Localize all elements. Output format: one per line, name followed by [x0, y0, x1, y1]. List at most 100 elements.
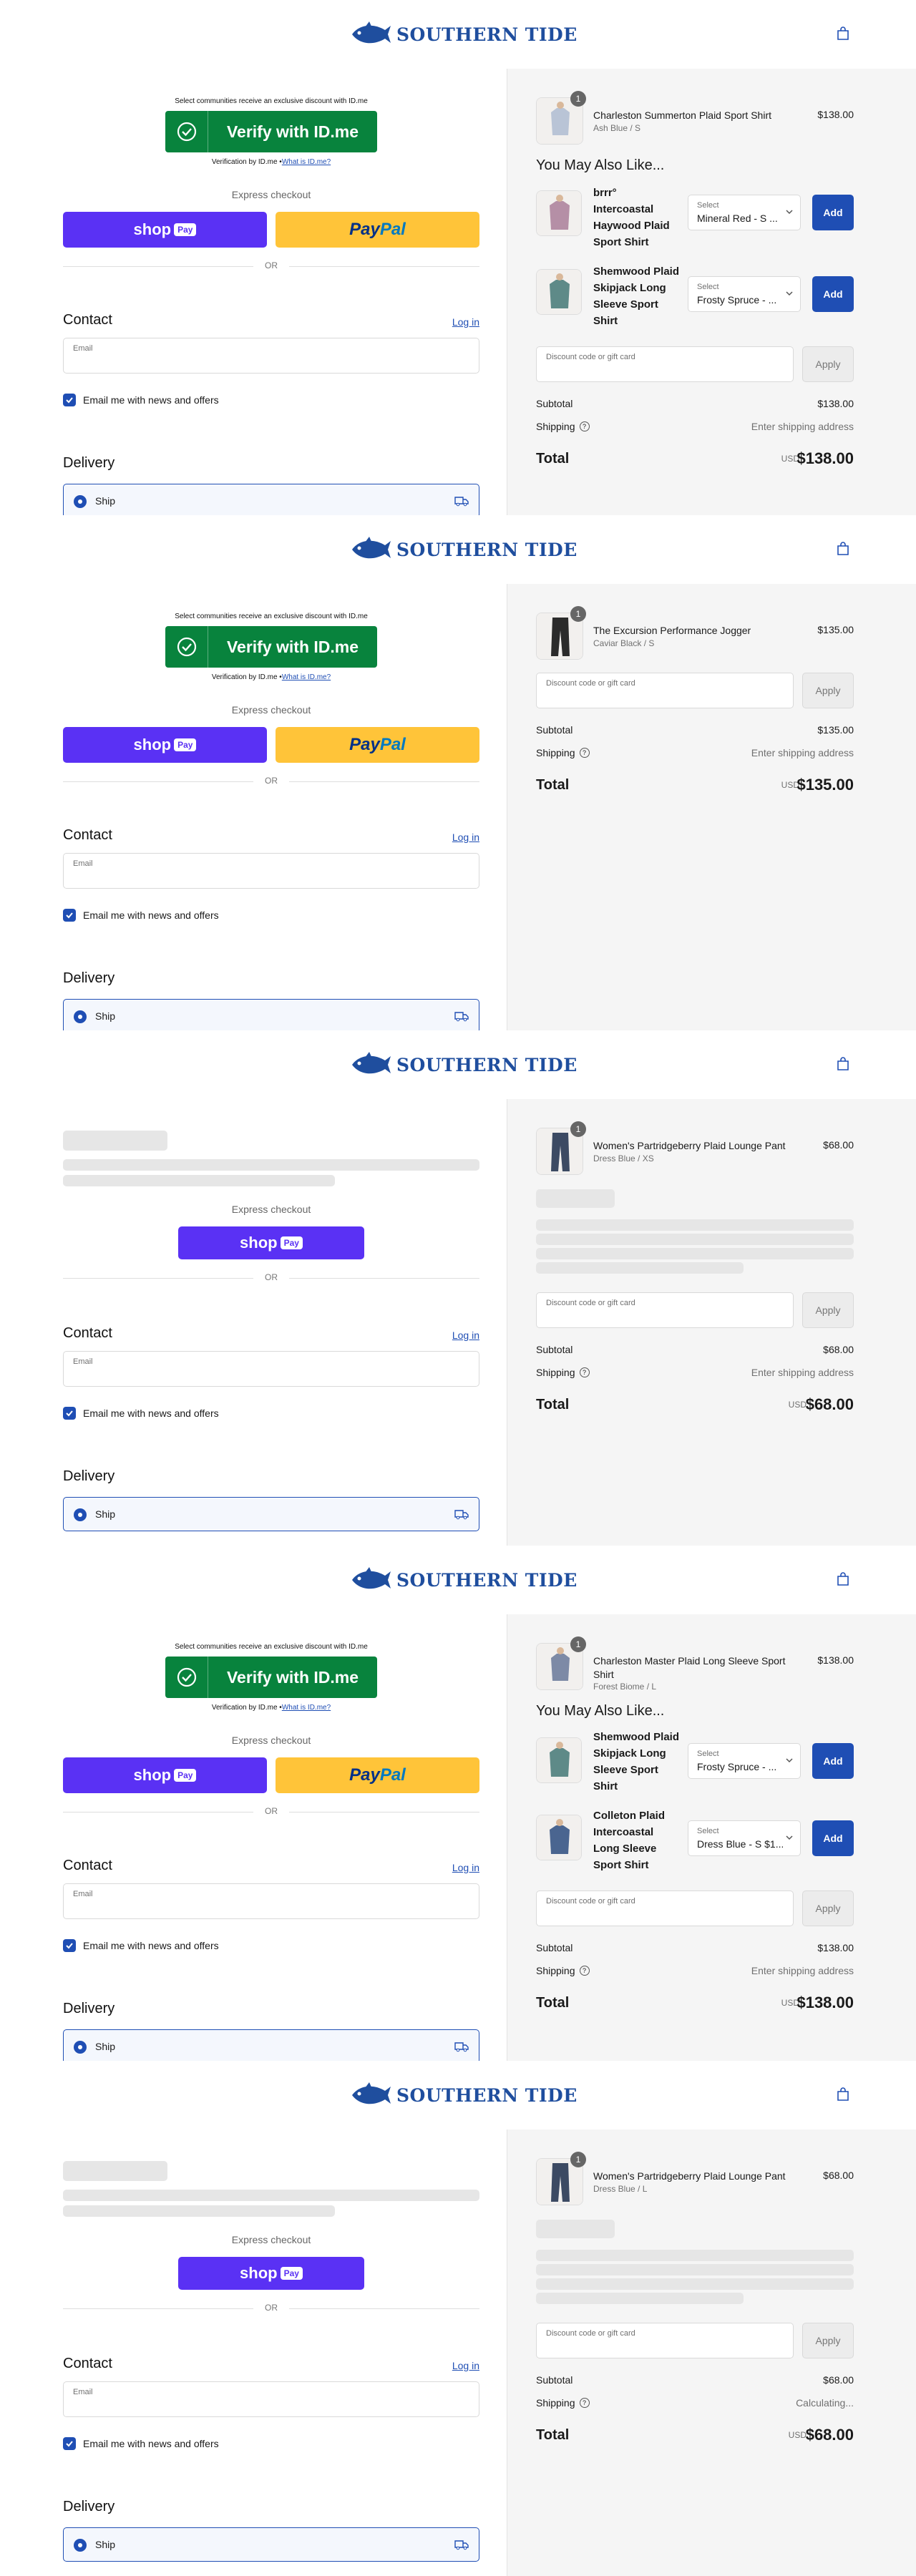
email-field[interactable]: Email: [63, 338, 479, 374]
email-field[interactable]: Email: [63, 1351, 479, 1387]
newsletter-option[interactable]: Email me with news and offers: [63, 1407, 219, 1420]
brand-logo[interactable]: SOUTHERN TIDE: [349, 2078, 578, 2112]
upsell-add-button[interactable]: Add: [812, 1820, 854, 1856]
or-text: OR: [265, 1806, 278, 1816]
brand-name: SOUTHERN TIDE: [396, 24, 578, 45]
info-icon[interactable]: ?: [579, 2398, 590, 2408]
brand-logo[interactable]: SOUTHERN TIDE: [349, 532, 578, 567]
ship-radio[interactable]: [74, 1010, 87, 1023]
newsletter-option[interactable]: Email me with news and offers: [63, 394, 219, 406]
header: SOUTHERN TIDE: [0, 0, 916, 69]
upsell-name[interactable]: brrr° Intercoastal Haywood Plaid Sport S…: [593, 185, 679, 250]
ship-option[interactable]: Ship: [63, 999, 479, 1030]
info-icon[interactable]: ?: [579, 421, 590, 431]
brand-logo[interactable]: SOUTHERN TIDE: [349, 17, 578, 52]
what-is-idme-link[interactable]: What is ID.me?: [282, 158, 331, 166]
upsell-name[interactable]: Shemwood Plaid Skipjack Long Sleeve Spor…: [593, 263, 679, 329]
upsell-variant-select[interactable]: Select Dress Blue - S $1...: [688, 1820, 801, 1856]
item-name: The Excursion Performance Jogger: [593, 625, 751, 636]
login-link[interactable]: Log in: [452, 1862, 479, 1873]
upsell-variant-select[interactable]: Select Mineral Red - S ...: [688, 195, 801, 230]
newsletter-checkbox[interactable]: [63, 1407, 76, 1420]
item-name: Charleston Master Plaid Long Sleeve Spor…: [593, 1655, 786, 1680]
what-is-idme-link[interactable]: What is ID.me?: [282, 1704, 331, 1712]
discount-input[interactable]: Discount code or gift card: [536, 1292, 794, 1328]
ship-radio[interactable]: [74, 2539, 87, 2552]
shopping-bag-icon[interactable]: [835, 26, 851, 42]
newsletter-checkbox[interactable]: [63, 2437, 76, 2450]
email-field[interactable]: Email: [63, 1883, 479, 1919]
apply-discount-button[interactable]: Apply: [802, 1890, 854, 1926]
newsletter-option[interactable]: Email me with news and offers: [63, 1939, 219, 1952]
ship-option[interactable]: Ship: [63, 484, 479, 515]
apply-discount-button[interactable]: Apply: [802, 2323, 854, 2358]
discount-input[interactable]: Discount code or gift card: [536, 1890, 794, 1926]
shop-pay-label: shop: [133, 1766, 172, 1784]
login-link[interactable]: Log in: [452, 2360, 479, 2371]
shopping-bag-icon[interactable]: [835, 1571, 851, 1587]
newsletter-checkbox[interactable]: [63, 394, 76, 406]
checkout-form: Select communities receive an exclusive …: [63, 584, 479, 1030]
idme-verify-button[interactable]: Verify with ID.me: [165, 626, 377, 668]
shopping-bag-icon[interactable]: [835, 2087, 851, 2102]
order-summary: 1 Charleston Master Plaid Long Sleeve Sp…: [507, 1614, 916, 2061]
or-divider: OR: [63, 1272, 479, 1284]
paypal-button[interactable]: Pay Pal: [276, 1757, 479, 1793]
ship-radio[interactable]: [74, 2041, 87, 2054]
paypal-button[interactable]: Pay Pal: [276, 212, 479, 248]
login-link[interactable]: Log in: [452, 831, 479, 843]
shopping-bag-icon[interactable]: [835, 1056, 851, 1072]
newsletter-checkbox[interactable]: [63, 909, 76, 922]
upsell-add-button[interactable]: Add: [812, 276, 854, 312]
upsell-name[interactable]: Colleton Plaid Intercoastal Long Sleeve …: [593, 1807, 679, 1873]
upsell-add-button[interactable]: Add: [812, 195, 854, 230]
discount-input[interactable]: Discount code or gift card: [536, 346, 794, 382]
what-is-idme-link[interactable]: What is ID.me?: [282, 673, 331, 681]
upsell-variant-select[interactable]: Select Frosty Spruce - ...: [688, 1743, 801, 1779]
upsell-name[interactable]: Shemwood Plaid Skipjack Long Sleeve Spor…: [593, 1729, 679, 1795]
discount-input[interactable]: Discount code or gift card: [536, 673, 794, 708]
login-link[interactable]: Log in: [452, 316, 479, 328]
delivery-heading: Delivery: [63, 970, 115, 986]
brand-logo[interactable]: SOUTHERN TIDE: [349, 1048, 578, 1082]
newsletter-option[interactable]: Email me with news and offers: [63, 2437, 219, 2450]
email-field[interactable]: Email: [63, 2381, 479, 2417]
shop-pay-button[interactable]: shop Pay: [178, 1226, 364, 1259]
idme-verify-label: Verify with ID.me: [226, 637, 359, 656]
info-icon[interactable]: ?: [579, 748, 590, 758]
discount-input[interactable]: Discount code or gift card: [536, 2323, 794, 2358]
idme-verify-button[interactable]: Verify with ID.me: [165, 111, 377, 152]
order-summary: 1 Charleston Summerton Plaid Sport Shirt…: [507, 69, 916, 515]
shirt-image-icon: [537, 1815, 581, 1860]
newsletter-checkbox[interactable]: [63, 1939, 76, 1952]
upsell-add-button[interactable]: Add: [812, 1743, 854, 1779]
shop-pay-button[interactable]: shop Pay: [178, 2257, 364, 2290]
newsletter-label: Email me with news and offers: [83, 2438, 219, 2449]
paypal-button[interactable]: Pay Pal: [276, 727, 479, 763]
upsell-variant-select[interactable]: Select Frosty Spruce - ...: [688, 276, 801, 312]
apply-discount-button[interactable]: Apply: [802, 673, 854, 708]
contact-heading: Contact: [63, 1325, 112, 1341]
shop-pay-button[interactable]: shop Pay: [63, 1757, 267, 1793]
newsletter-option[interactable]: Email me with news and offers: [63, 909, 219, 922]
shopping-bag-icon[interactable]: [835, 541, 851, 557]
login-link[interactable]: Log in: [452, 1330, 479, 1341]
ship-option[interactable]: Ship: [63, 2527, 479, 2562]
ship-radio[interactable]: [74, 1508, 87, 1521]
apply-discount-button[interactable]: Apply: [802, 346, 854, 382]
apply-discount-button[interactable]: Apply: [802, 1292, 854, 1328]
ship-option[interactable]: Ship: [63, 2029, 479, 2061]
info-icon[interactable]: ?: [579, 1966, 590, 1976]
info-icon[interactable]: ?: [579, 1367, 590, 1377]
ship-option[interactable]: Ship: [63, 1497, 479, 1531]
email-field[interactable]: Email: [63, 853, 479, 889]
checkout-screen-4: SOUTHERN TIDE Select communities receive…: [0, 1546, 916, 2061]
shop-pay-button[interactable]: shop Pay: [63, 212, 267, 248]
discount-placeholder: Discount code or gift card: [546, 1897, 635, 1906]
shipping-value: Calculating...: [796, 2397, 854, 2409]
idme-verify-button[interactable]: Verify with ID.me: [165, 1657, 377, 1698]
shop-pay-button[interactable]: shop Pay: [63, 727, 267, 763]
ship-radio[interactable]: [74, 495, 87, 508]
express-pay-buttons: shop Pay Pay Pal: [63, 212, 479, 248]
brand-logo[interactable]: SOUTHERN TIDE: [349, 1563, 578, 1597]
